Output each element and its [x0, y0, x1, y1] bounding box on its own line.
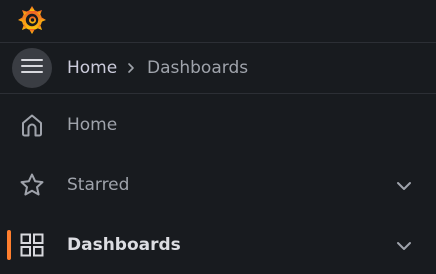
breadcrumb-home-link[interactable]: Home [67, 57, 117, 79]
top-bar [0, 0, 436, 42]
chevron-down-icon[interactable] [394, 176, 414, 196]
nav-item-label: Dashboards [67, 235, 181, 255]
menu-toggle-button[interactable] [12, 48, 52, 88]
nav-item-home[interactable]: Home [0, 96, 436, 154]
app-window: Home Dashboards Home Starred Dashboards [0, 0, 436, 274]
grafana-logo-icon[interactable] [16, 3, 48, 35]
nav-item-dashboards[interactable]: Dashboards [0, 216, 436, 274]
active-indicator [7, 230, 11, 260]
breadcrumb-current-page: Dashboards [147, 58, 249, 78]
nav-item-label: Home [67, 115, 118, 135]
nav-item-label: Starred [67, 175, 130, 195]
nav-item-starred[interactable]: Starred [0, 156, 436, 214]
home-icon [18, 111, 46, 139]
star-icon [18, 171, 46, 199]
chevron-down-icon[interactable] [394, 236, 414, 256]
chevron-right-icon [124, 57, 138, 79]
hamburger-menu-icon [21, 58, 43, 78]
breadcrumb: Home Dashboards [0, 43, 436, 93]
apps-grid-icon [18, 231, 46, 259]
breadcrumb-divider [0, 93, 436, 94]
